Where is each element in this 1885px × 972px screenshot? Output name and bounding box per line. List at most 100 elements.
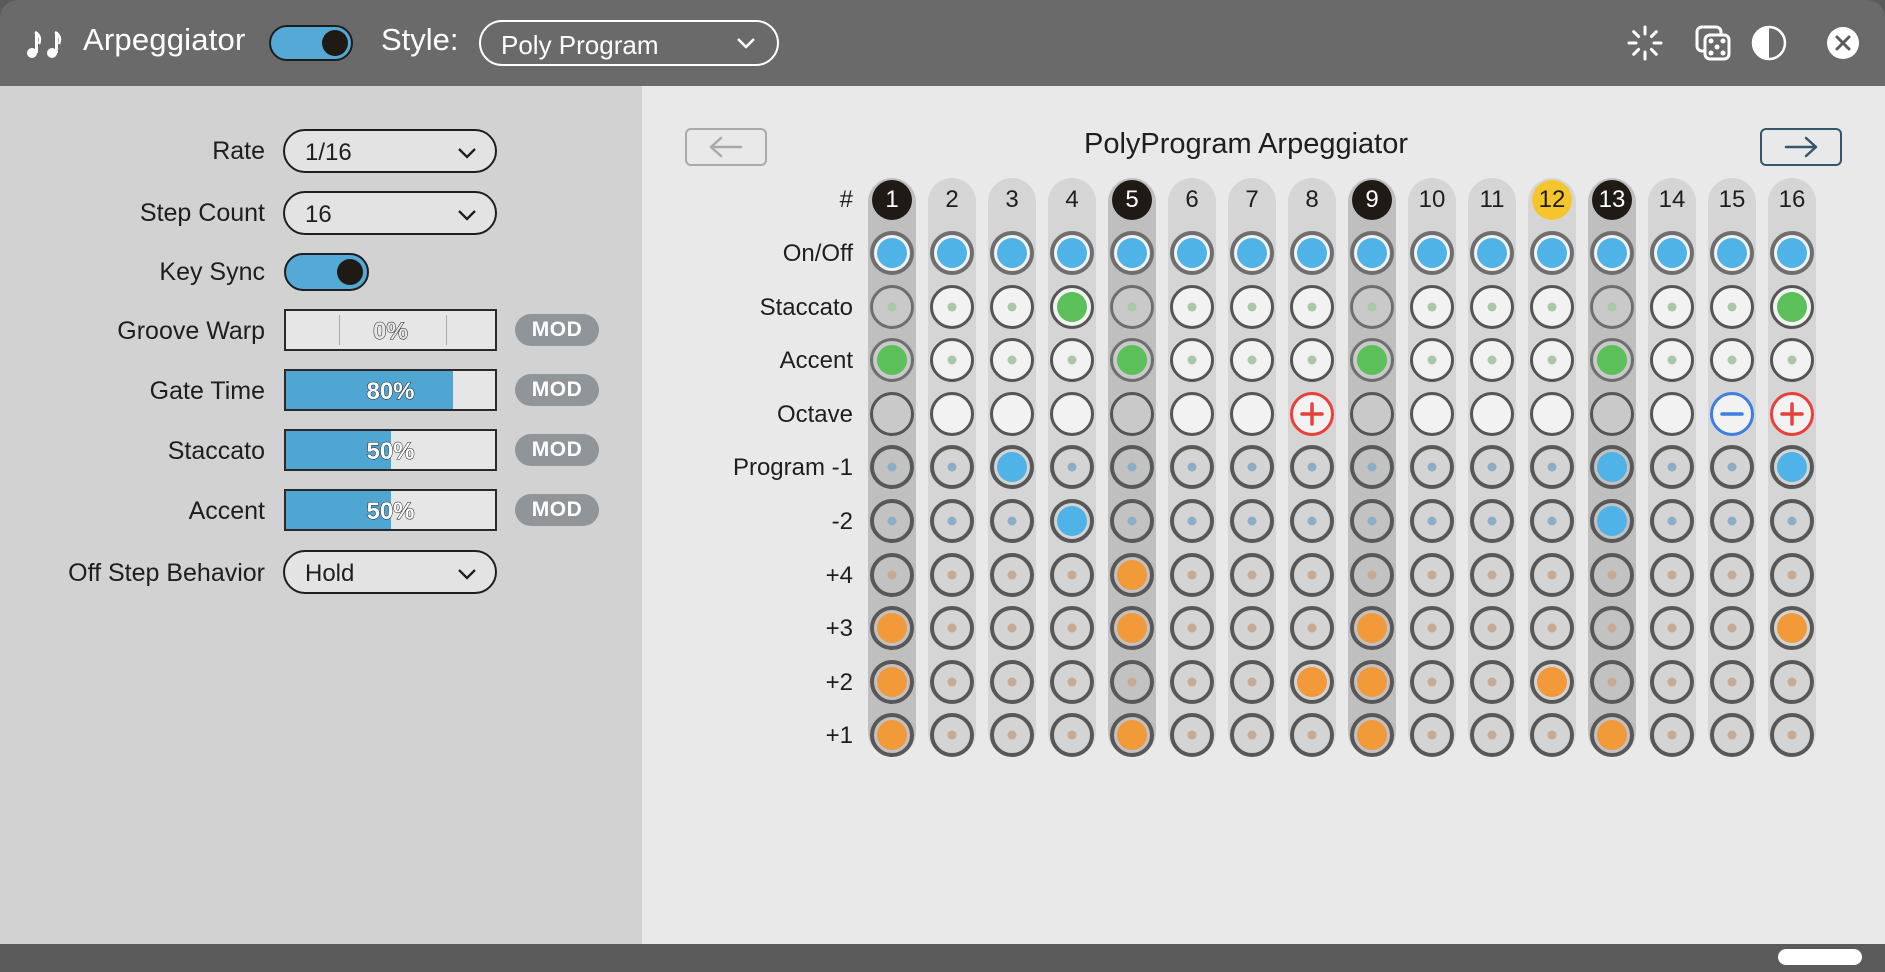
cell-program-minus-1-step-16[interactable] [1770, 445, 1814, 489]
dice-icon[interactable] [1694, 24, 1732, 62]
contrast-icon[interactable] [1750, 24, 1788, 62]
cell-octave-step-10[interactable] [1410, 392, 1454, 436]
cell-program-minus-1-step-3[interactable] [990, 445, 1034, 489]
cell-plus-2-step-12[interactable] [1530, 660, 1574, 704]
cell-minus-2-step-3[interactable] [990, 499, 1034, 543]
cell-program-minus-1-step-11[interactable] [1470, 445, 1514, 489]
cell-minus-2-step-9[interactable] [1350, 499, 1394, 543]
cell-plus-2-step-9[interactable] [1350, 660, 1394, 704]
next-page-button[interactable] [1760, 128, 1842, 166]
cell-minus-2-step-1[interactable] [870, 499, 914, 543]
cell-octave-step-12[interactable] [1530, 392, 1574, 436]
cell-accent-step-8[interactable] [1290, 338, 1334, 382]
cell-plus-2-step-13[interactable] [1590, 660, 1634, 704]
staccato-mod-button[interactable]: MOD [515, 434, 599, 466]
cell-plus-2-step-6[interactable] [1170, 660, 1214, 704]
cell-minus-2-step-10[interactable] [1410, 499, 1454, 543]
cell-plus-3-step-10[interactable] [1410, 606, 1454, 650]
cell-accent-step-5[interactable] [1110, 338, 1154, 382]
cell-program-minus-1-step-9[interactable] [1350, 445, 1394, 489]
cell-staccato-step-1[interactable] [870, 285, 914, 329]
cell-plus-3-step-7[interactable] [1230, 606, 1274, 650]
cell-plus-2-step-2[interactable] [930, 660, 974, 704]
cell-staccato-step-16[interactable] [1770, 285, 1814, 329]
cell-program-minus-1-step-10[interactable] [1410, 445, 1454, 489]
cell-minus-2-step-11[interactable] [1470, 499, 1514, 543]
cell-plus-2-step-7[interactable] [1230, 660, 1274, 704]
cell-staccato-step-12[interactable] [1530, 285, 1574, 329]
cell-plus-1-step-8[interactable] [1290, 713, 1334, 757]
cell-plus-1-step-13[interactable] [1590, 713, 1634, 757]
cell-plus-4-step-16[interactable] [1770, 553, 1814, 597]
cell-accent-step-11[interactable] [1470, 338, 1514, 382]
resize-handle[interactable] [1778, 949, 1862, 965]
cell-accent-step-15[interactable] [1710, 338, 1754, 382]
cell-plus-3-step-3[interactable] [990, 606, 1034, 650]
cell-staccato-step-8[interactable] [1290, 285, 1334, 329]
cell-plus-3-step-13[interactable] [1590, 606, 1634, 650]
cell-staccato-step-14[interactable] [1650, 285, 1694, 329]
cell-on-off-step-16[interactable] [1770, 231, 1814, 275]
cell-program-minus-1-step-4[interactable] [1050, 445, 1094, 489]
groove-warp-slider[interactable]: 0% [284, 309, 497, 351]
step-count-select[interactable]: 16 [283, 191, 497, 235]
cell-minus-2-step-13[interactable] [1590, 499, 1634, 543]
cell-plus-4-step-2[interactable] [930, 553, 974, 597]
cell-staccato-step-11[interactable] [1470, 285, 1514, 329]
cell-plus-2-step-16[interactable] [1770, 660, 1814, 704]
cell-minus-2-step-4[interactable] [1050, 499, 1094, 543]
cell-octave-step-3[interactable] [990, 392, 1034, 436]
cell-plus-1-step-6[interactable] [1170, 713, 1214, 757]
cell-plus-3-step-2[interactable] [930, 606, 974, 650]
cell-on-off-step-3[interactable] [990, 231, 1034, 275]
cell-plus-1-step-14[interactable] [1650, 713, 1694, 757]
cell-plus-1-step-7[interactable] [1230, 713, 1274, 757]
cell-accent-step-13[interactable] [1590, 338, 1634, 382]
gate-time-mod-button[interactable]: MOD [515, 374, 599, 406]
cell-program-minus-1-step-1[interactable] [870, 445, 914, 489]
cell-accent-step-6[interactable] [1170, 338, 1214, 382]
accent-slider[interactable]: 50% [284, 489, 497, 531]
cell-accent-step-16[interactable] [1770, 338, 1814, 382]
arpeggiator-power-toggle[interactable] [269, 25, 353, 61]
cell-plus-4-step-13[interactable] [1590, 553, 1634, 597]
cell-plus-3-step-14[interactable] [1650, 606, 1694, 650]
cell-plus-2-step-11[interactable] [1470, 660, 1514, 704]
cell-plus-4-step-1[interactable] [870, 553, 914, 597]
cell-program-minus-1-step-5[interactable] [1110, 445, 1154, 489]
cell-on-off-step-15[interactable] [1710, 231, 1754, 275]
cell-plus-3-step-4[interactable] [1050, 606, 1094, 650]
cell-minus-2-step-16[interactable] [1770, 499, 1814, 543]
gate-time-slider[interactable]: 80% [284, 369, 497, 411]
cell-staccato-step-13[interactable] [1590, 285, 1634, 329]
cell-octave-step-16[interactable] [1770, 392, 1814, 436]
cell-plus-3-step-6[interactable] [1170, 606, 1214, 650]
cell-plus-3-step-11[interactable] [1470, 606, 1514, 650]
cell-minus-2-step-6[interactable] [1170, 499, 1214, 543]
cell-plus-4-step-5[interactable] [1110, 553, 1154, 597]
cell-plus-2-step-10[interactable] [1410, 660, 1454, 704]
cell-on-off-step-2[interactable] [930, 231, 974, 275]
cell-plus-4-step-4[interactable] [1050, 553, 1094, 597]
cell-on-off-step-1[interactable] [870, 231, 914, 275]
close-icon[interactable] [1824, 24, 1862, 62]
cell-plus-1-step-4[interactable] [1050, 713, 1094, 757]
cell-plus-1-step-16[interactable] [1770, 713, 1814, 757]
cell-accent-step-9[interactable] [1350, 338, 1394, 382]
cell-staccato-step-15[interactable] [1710, 285, 1754, 329]
cell-program-minus-1-step-15[interactable] [1710, 445, 1754, 489]
cell-staccato-step-5[interactable] [1110, 285, 1154, 329]
cell-plus-4-step-10[interactable] [1410, 553, 1454, 597]
cell-accent-step-4[interactable] [1050, 338, 1094, 382]
cell-program-minus-1-step-12[interactable] [1530, 445, 1574, 489]
cell-program-minus-1-step-7[interactable] [1230, 445, 1274, 489]
cell-plus-4-step-14[interactable] [1650, 553, 1694, 597]
cell-octave-step-15[interactable] [1710, 392, 1754, 436]
cell-octave-step-13[interactable] [1590, 392, 1634, 436]
cell-on-off-step-5[interactable] [1110, 231, 1154, 275]
cell-plus-2-step-4[interactable] [1050, 660, 1094, 704]
cell-plus-4-step-3[interactable] [990, 553, 1034, 597]
cell-plus-4-step-6[interactable] [1170, 553, 1214, 597]
cell-plus-3-step-5[interactable] [1110, 606, 1154, 650]
cell-plus-1-step-2[interactable] [930, 713, 974, 757]
